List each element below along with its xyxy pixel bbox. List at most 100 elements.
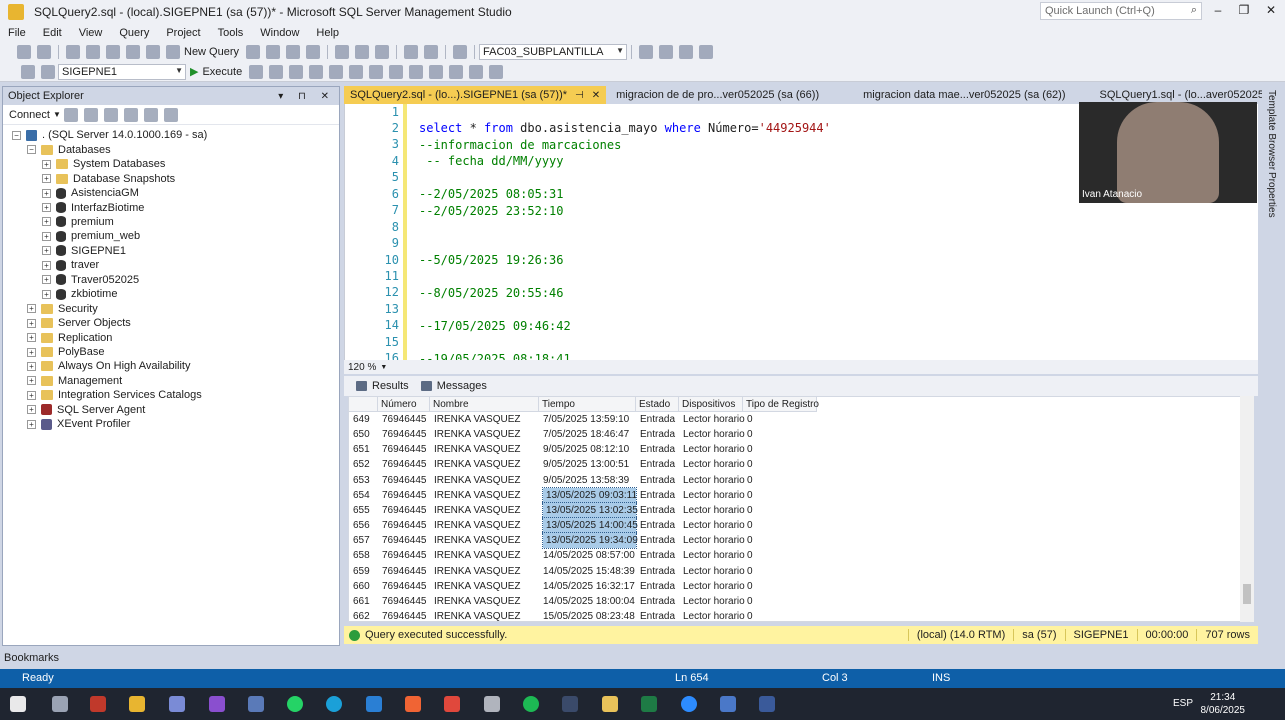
tree-node[interactable]: + PolyBase <box>27 345 104 360</box>
row-number[interactable]: 656 <box>353 518 378 533</box>
menu-help[interactable]: Help <box>308 27 348 39</box>
save-icon[interactable] <box>126 45 140 59</box>
language-indicator[interactable]: ESP <box>1173 698 1193 709</box>
refresh-icon[interactable] <box>143 107 158 122</box>
grid-cell[interactable]: IRENKA VASQUEZ <box>434 503 539 518</box>
grid-cell[interactable]: 0 <box>747 609 817 621</box>
tree-node[interactable]: + Replication <box>27 330 112 345</box>
undo-icon[interactable] <box>404 45 419 59</box>
grid-cell[interactable]: 9/05/2025 08:12:10 <box>543 442 636 457</box>
column-header[interactable]: Tiempo <box>539 397 636 412</box>
expand-icon[interactable]: + <box>27 390 36 400</box>
grid-cell[interactable]: 0 <box>747 594 817 609</box>
expand-icon[interactable]: + <box>42 275 51 285</box>
menu-query[interactable]: Query <box>111 27 158 39</box>
add-item-icon[interactable] <box>86 45 100 59</box>
tree-node[interactable]: − . (SQL Server 14.0.1000.169 - sa) <box>12 128 207 143</box>
grid-cell[interactable]: 0 <box>747 442 817 457</box>
filter-icon[interactable] <box>123 107 138 122</box>
grid-cell[interactable]: 9/05/2025 13:58:39 <box>543 473 636 488</box>
row-number[interactable]: 654 <box>353 488 378 503</box>
grid-cell[interactable]: 13/05/2025 13:02:35 <box>542 501 638 519</box>
tree-node[interactable]: + Server Objects <box>27 316 131 331</box>
results-to-grid-icon[interactable] <box>369 64 384 79</box>
grid-cell[interactable]: 76946445 <box>382 473 430 488</box>
grid-cell[interactable]: Entrada <box>640 609 679 621</box>
grid-cell[interactable]: IRENKA VASQUEZ <box>434 427 539 442</box>
audio-app-icon[interactable] <box>52 696 68 712</box>
grid-cell[interactable]: 76946445 <box>382 533 430 548</box>
grid-cell[interactable]: 0 <box>747 427 817 442</box>
grid-cell[interactable]: IRENKA VASQUEZ <box>434 518 539 533</box>
app-icon[interactable] <box>444 696 460 712</box>
expand-icon[interactable]: + <box>27 333 36 343</box>
grid-cell[interactable]: 13/05/2025 19:34:09 <box>542 532 638 550</box>
template-browser-tab[interactable]: Template Browser <box>1266 90 1277 170</box>
forward-icon[interactable] <box>37 45 51 59</box>
grid-cell[interactable]: Entrada <box>640 457 679 472</box>
expand-icon[interactable]: + <box>42 289 51 299</box>
grid-cell[interactable]: 0 <box>747 533 817 548</box>
grid-cell[interactable]: 76946445 <box>382 609 430 621</box>
tree-node[interactable]: + SQL Server Agent <box>27 403 145 418</box>
grid-cell[interactable]: 76946445 <box>382 488 430 503</box>
menu-view[interactable]: View <box>71 27 112 39</box>
taskbar-clock[interactable]: 21:34 8/06/2025 <box>1201 691 1246 717</box>
grid-cell[interactable]: Lector horario <box>683 564 745 579</box>
grid-cell[interactable]: IRENKA VASQUEZ <box>434 442 539 457</box>
activity-monitor-icon[interactable] <box>453 45 468 59</box>
row-number[interactable]: 657 <box>353 533 378 548</box>
grid-cell[interactable]: 76946445 <box>382 457 430 472</box>
grid-cell[interactable]: 9/05/2025 13:00:51 <box>543 457 636 472</box>
app-icon[interactable] <box>248 696 264 712</box>
dmx-query-icon[interactable] <box>266 45 281 59</box>
grid-cell[interactable]: Lector horario <box>683 442 745 457</box>
column-header[interactable]: Estado <box>636 397 679 412</box>
vscode-icon[interactable] <box>366 696 382 712</box>
execute-button[interactable]: Execute <box>202 66 242 78</box>
grid-cell[interactable]: IRENKA VASQUEZ <box>434 457 539 472</box>
excel-icon[interactable] <box>641 696 657 712</box>
grid-cell[interactable]: Entrada <box>640 442 679 457</box>
collapse-icon[interactable]: − <box>12 130 21 140</box>
comment-icon[interactable] <box>409 64 424 79</box>
grid-cell[interactable]: Entrada <box>640 503 679 518</box>
expand-icon[interactable]: + <box>27 347 36 357</box>
redo-icon[interactable] <box>424 45 439 59</box>
decrease-indent-icon[interactable] <box>449 64 464 79</box>
tree-node[interactable]: + premium <box>42 215 114 230</box>
expand-icon[interactable]: + <box>42 174 51 184</box>
increase-indent-icon[interactable] <box>469 64 484 79</box>
execution-plan-icon[interactable] <box>289 64 304 79</box>
grid-cell[interactable]: Entrada <box>640 518 679 533</box>
quick-launch-input[interactable]: Quick Launch (Ctrl+Q) ⌕ <box>1040 2 1202 20</box>
menu-edit[interactable]: Edit <box>35 27 71 39</box>
grid-cell[interactable]: 15/05/2025 08:23:48 <box>543 609 636 621</box>
grid-cell[interactable]: IRENKA VASQUEZ <box>434 548 539 563</box>
grid-cell[interactable]: 0 <box>747 412 817 427</box>
row-header-corner[interactable] <box>349 397 378 412</box>
xmla-query-icon[interactable] <box>286 45 301 59</box>
expand-icon[interactable]: + <box>27 376 36 386</box>
results-scrollbar[interactable] <box>1240 396 1254 622</box>
column-header[interactable]: Nombre <box>430 397 539 412</box>
grid-cell[interactable]: IRENKA VASQUEZ <box>434 564 539 579</box>
grid-cell[interactable]: Lector horario <box>683 503 745 518</box>
properties-icon[interactable] <box>639 45 654 59</box>
query-options-icon[interactable] <box>309 64 324 79</box>
parse-checkmark-icon[interactable] <box>269 64 284 79</box>
panel-controls[interactable]: ▾ ⊓ ✕ <box>278 91 335 102</box>
grid-cell[interactable]: Lector horario <box>683 412 745 427</box>
grid-cell[interactable]: IRENKA VASQUEZ <box>434 609 539 621</box>
row-number[interactable]: 655 <box>353 503 378 518</box>
tree-node[interactable]: + AsistenciaGM <box>42 186 139 201</box>
tree-node[interactable]: + premium_web <box>42 229 140 244</box>
column-header[interactable]: Número <box>378 397 430 412</box>
tab-sqlquery2[interactable]: SQLQuery2.sql - (lo...).SIGEPNE1 (sa (57… <box>344 86 607 104</box>
connect-button[interactable]: Connect <box>9 109 50 121</box>
spotify-icon[interactable] <box>523 696 539 712</box>
grid-cell[interactable]: Entrada <box>640 594 679 609</box>
expand-icon[interactable]: + <box>42 188 51 198</box>
grid-cell[interactable]: 76946445 <box>382 548 430 563</box>
brave-icon[interactable] <box>405 696 421 712</box>
